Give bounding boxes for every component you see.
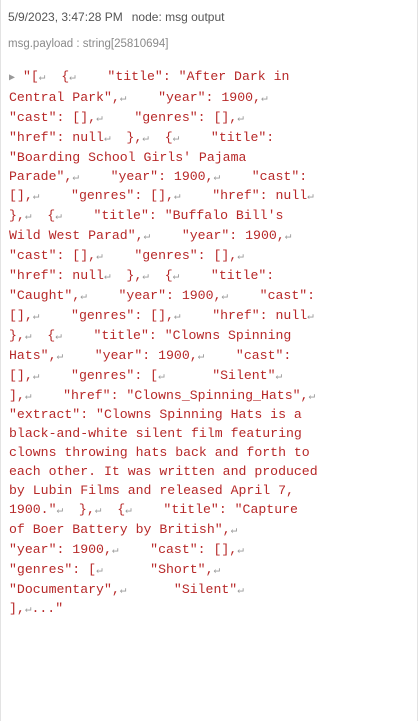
newline-glyph: ↵ [72, 171, 79, 184]
newline-glyph: ↵ [96, 251, 103, 264]
newline-glyph: ↵ [111, 544, 119, 557]
newline-glyph: ↵ [32, 191, 40, 204]
payload-line: clowns throwing hats back and forth to [9, 445, 310, 461]
newline-glyph: ↵ [56, 504, 64, 517]
newline-glyph: ↵ [197, 350, 205, 363]
payload-line: "Caught",↵ "year": 1900,↵ "cast": [9, 287, 316, 303]
newline-glyph: ↵ [24, 604, 32, 617]
payload-line: "[↵ {↵ "title": "After Dark in [22, 69, 290, 84]
newline-glyph: ↵ [24, 330, 32, 343]
payload-line: "href": null↵ },↵ {↵ "title": [9, 129, 275, 145]
payload-line: "genres": [↵ "Short",↵ [9, 561, 221, 577]
payload-line: },↵ {↵ "title": "Clowns Spinning [9, 327, 292, 343]
payload-line: },↵ {↵ "title": "Buffalo Bill's [9, 208, 284, 224]
payload-line: "extract": "Clowns Spinning Hats is a [9, 407, 302, 423]
newline-glyph: ↵ [172, 271, 180, 284]
payload-line: [],↵ "genres": [],↵ "href": null↵ [9, 307, 314, 323]
payload-line: ],↵ "href": "Clowns_Spinning_Hats",↵ [9, 387, 316, 403]
newline-glyph: ↵ [142, 132, 149, 145]
newline-glyph: ↵ [237, 112, 244, 125]
payload-line: "cast": [],↵ "genres": [],↵ [9, 248, 244, 264]
payload-line: "href": null↵ },↵ {↵ "title": [9, 268, 275, 284]
payload-line: "Boarding School Girls' Pajama [9, 149, 247, 165]
payload-line: Central Park",↵ "year": 1900,↵ [9, 89, 268, 105]
payload-line: Hats",↵ "year": 1900,↵ "cast": [9, 347, 292, 363]
payload-line: each other. It was written and produced [9, 464, 318, 480]
newline-glyph: ↵ [307, 310, 314, 323]
newline-glyph: ↵ [55, 330, 62, 343]
newline-glyph: ↵ [96, 564, 103, 577]
newline-glyph: ↵ [55, 211, 62, 224]
newline-glyph: ↵ [94, 504, 102, 517]
newline-glyph: ↵ [80, 290, 87, 303]
payload-line: "cast": [],↵ "genres": [],↵ [9, 109, 244, 125]
newline-glyph: ↵ [308, 390, 316, 403]
payload-line: black-and-white silent film featuring [9, 426, 302, 442]
newline-glyph: ↵ [24, 390, 32, 403]
newline-glyph: ↵ [24, 211, 32, 224]
newline-glyph: ↵ [237, 251, 244, 264]
newline-glyph: ↵ [284, 231, 292, 244]
payload-line: 1900."↵ },↵ {↵ "title": "Capture [9, 501, 298, 517]
payload-line: Parade",↵ "year": 1900,↵ "cast": [9, 168, 308, 184]
payload-type-label: msg.payload : string[25810694] [8, 38, 169, 50]
newline-glyph: ↵ [237, 584, 244, 597]
payload-line: by Lubin Films and released April 7, [9, 483, 294, 499]
payload-line: "year": 1900,↵ "cast": [],↵ [9, 541, 244, 557]
newline-glyph: ↵ [69, 72, 76, 84]
newline-glyph: ↵ [32, 370, 40, 383]
newline-glyph: ↵ [119, 584, 127, 597]
newline-glyph: ↵ [213, 171, 221, 184]
newline-glyph: ↵ [125, 504, 132, 517]
payload-line: of Boer Battery by British",↵ [9, 521, 238, 537]
newline-glyph: ↵ [32, 310, 40, 323]
newline-glyph: ↵ [173, 310, 181, 323]
newline-glyph: ↵ [237, 544, 244, 557]
newline-glyph: ↵ [38, 72, 46, 84]
newline-glyph: ↵ [142, 271, 149, 284]
newline-glyph: ↵ [103, 132, 111, 145]
newline-glyph: ↵ [119, 92, 127, 105]
newline-glyph: ↵ [103, 271, 111, 284]
debug-message-panel: 5/9/2023, 3:47:28 PM node: msg output msg… [0, 0, 418, 721]
newline-glyph: ↵ [96, 112, 103, 125]
newline-glyph: ↵ [173, 191, 181, 204]
payload-line: Wild West Parad",↵ "year": 1900,↵ [9, 228, 292, 244]
payload-line: ],↵..." [9, 601, 64, 617]
newline-glyph: ↵ [143, 231, 151, 244]
newline-glyph: ↵ [307, 191, 314, 204]
newline-glyph: ↵ [213, 564, 221, 577]
message-header: 5/9/2023, 3:47:28 PM node: msg output [8, 10, 224, 24]
newline-glyph: ↵ [230, 524, 238, 537]
newline-glyph: ↵ [158, 370, 165, 383]
message-node-label[interactable]: node: msg output [132, 10, 225, 24]
newline-glyph: ↵ [221, 290, 229, 303]
payload-line: "Documentary",↵ "Silent"↵ [9, 581, 244, 597]
newline-glyph: ↵ [172, 132, 180, 145]
payload-line: [],↵ "genres": [],↵ "href": null↵ [9, 188, 314, 204]
payload-line: [],↵ "genres": [↵ "Silent"↵ [9, 367, 283, 383]
triangle-right-icon[interactable]: ▶ [9, 73, 15, 84]
newline-glyph: ↵ [56, 350, 64, 363]
newline-glyph: ↵ [275, 370, 283, 383]
message-timestamp: 5/9/2023, 3:47:28 PM [8, 10, 123, 24]
payload-string-value[interactable]: ▶ "[↵ {↵ "title": "After Dark in Central… [9, 68, 407, 620]
newline-glyph: ↵ [260, 92, 268, 105]
